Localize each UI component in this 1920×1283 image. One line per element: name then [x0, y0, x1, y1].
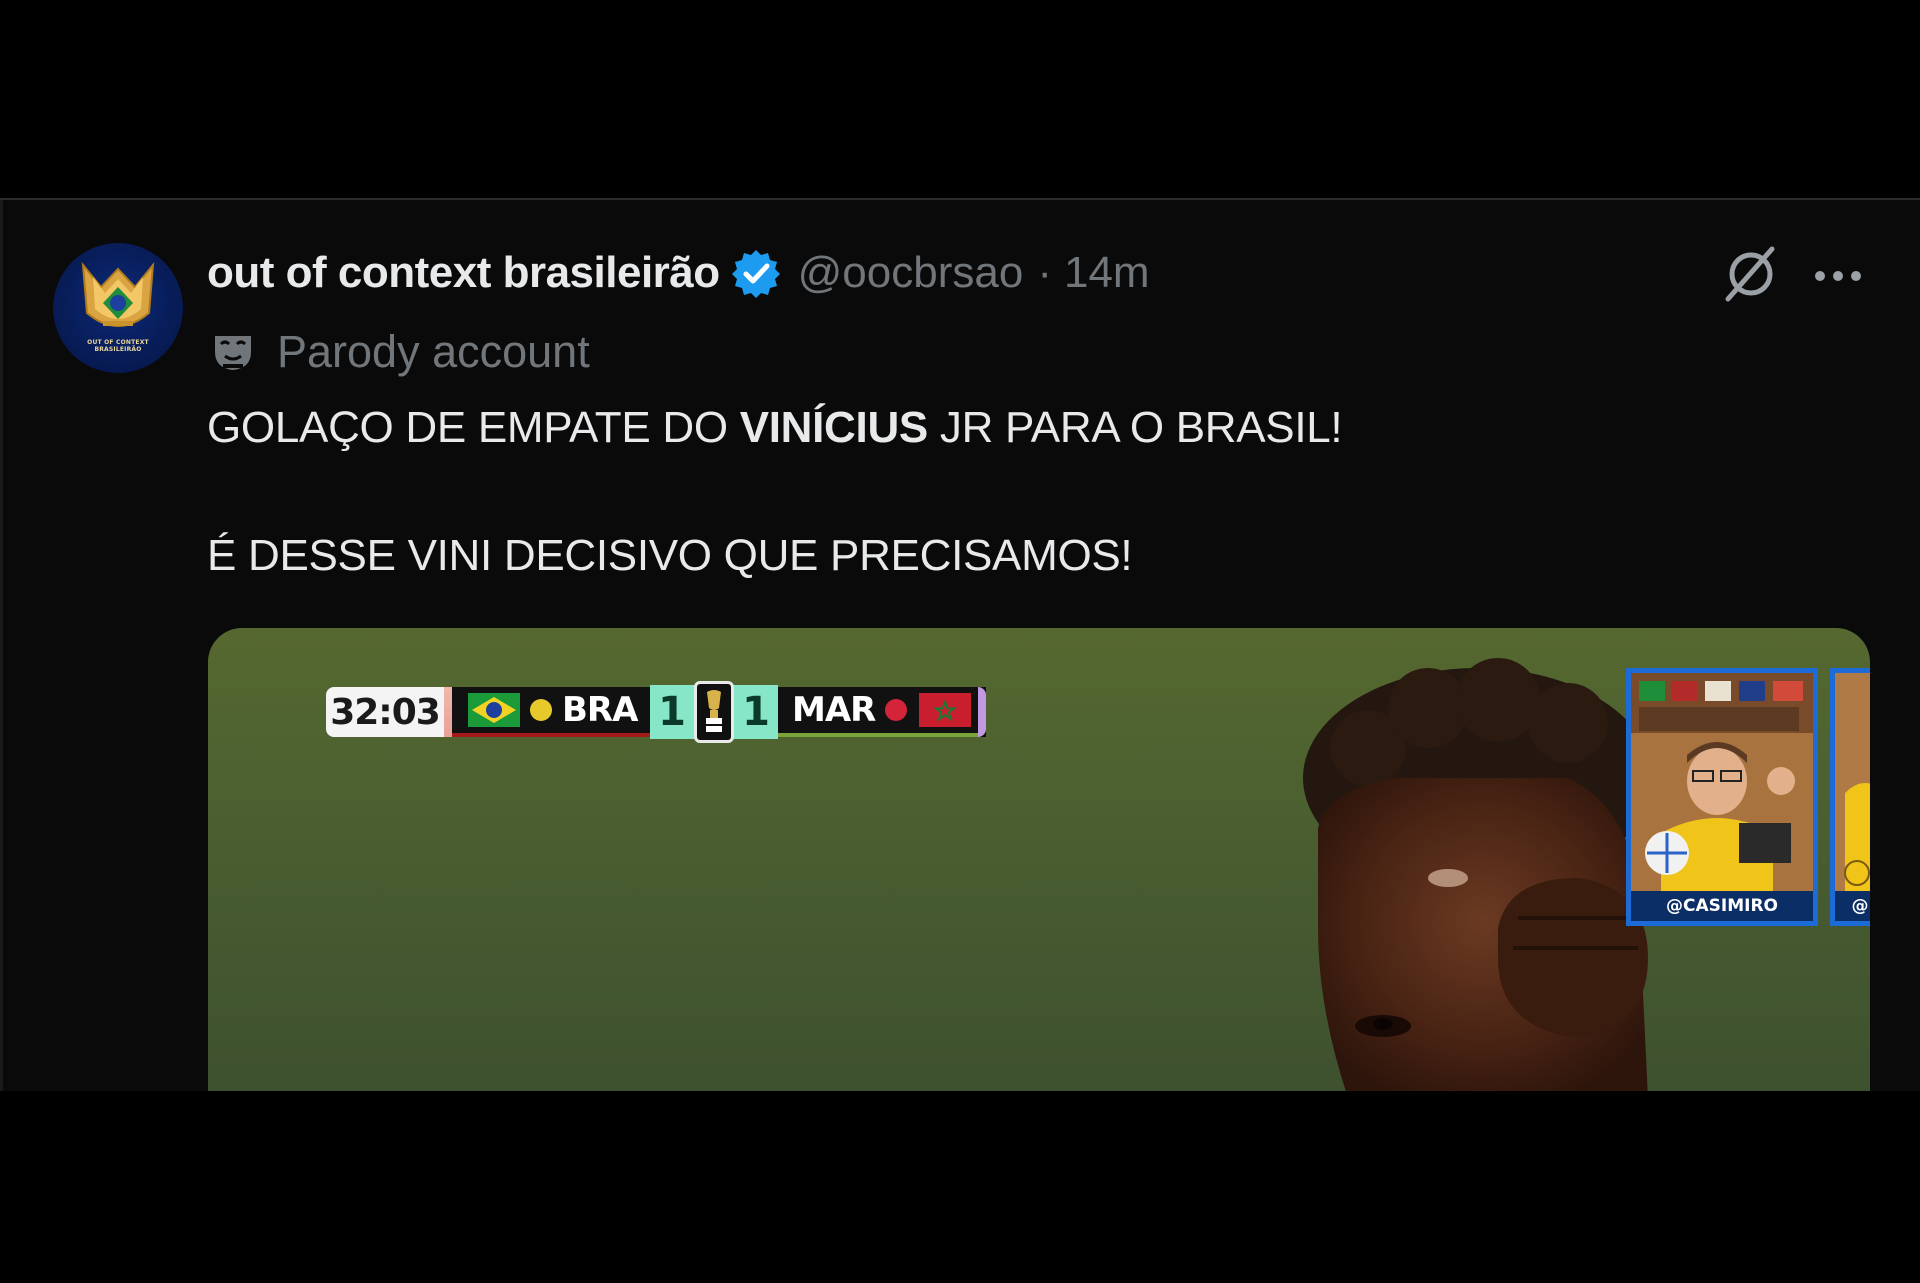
avatar[interactable]: OUT OF CONTEXT BRASILEIRÃO: [53, 243, 183, 373]
streamer-label: @CASIMIRO: [1631, 891, 1813, 921]
parody-row: Parody account: [211, 324, 590, 380]
screen: OUT OF CONTEXT BRASILEIRÃO out of contex…: [0, 0, 1920, 1283]
home-score: 1: [658, 689, 686, 735]
score-bar-endcap: [978, 687, 986, 737]
away-team: MAR: [778, 687, 978, 737]
score-bar: BRA 1 1 MAR: [452, 681, 986, 743]
home-team-name: BRA: [562, 690, 638, 730]
timestamp[interactable]: 14m: [1064, 248, 1150, 298]
display-name[interactable]: out of context brasileirão: [207, 248, 720, 298]
card-border: [0, 200, 3, 1093]
bottom-letterbox: [0, 1091, 1920, 1283]
away-score: 1: [742, 689, 770, 735]
text-part-2: JR PARA O BRASIL!: [927, 403, 1343, 452]
trophy-icon: [694, 681, 734, 743]
tweet-text-line-2: É DESSE VINI DECISIVO QUE PRECISAMOS!: [207, 531, 1133, 580]
streamer-scene: [1631, 673, 1813, 893]
morocco-flag-icon: [919, 693, 972, 727]
tweet-media-video[interactable]: 32:03 BRA 1 1 MAR @CASIMIRO @: [208, 628, 1870, 1098]
streamer-label-2: @: [1835, 891, 1870, 921]
away-color-dot: [885, 699, 908, 721]
text-bold: VINÍCIUS: [739, 403, 929, 452]
brasileirao-logo-icon: [81, 261, 155, 327]
tweet-text-line-1: GOLAÇO DE EMPATE DO VINÍCIUS JR PARA O B…: [207, 396, 1807, 460]
match-clock: 32:03: [326, 687, 452, 737]
away-team-name: MAR: [792, 690, 876, 730]
more-dots-icon[interactable]: [1812, 252, 1864, 300]
parody-label: Parody account: [277, 326, 590, 377]
tweet-header: out of context brasileirão @oocbrsao · 1…: [207, 245, 1150, 301]
tweet-text: GOLAÇO DE EMPATE DO VINÍCIUS JR PARA O B…: [207, 396, 1807, 588]
streamer-cam: @CASIMIRO: [1626, 668, 1818, 926]
handle[interactable]: @oocbrsao: [798, 248, 1024, 298]
verified-badge-icon[interactable]: [730, 247, 782, 299]
avatar-text-1: OUT OF CONTEXT: [87, 339, 149, 346]
brazil-flag-icon: [468, 693, 520, 727]
scoreboard: 32:03 BRA 1 1 MAR: [326, 681, 986, 743]
separator: ·: [1037, 248, 1052, 297]
home-color-dot: [530, 699, 552, 721]
home-team: BRA: [452, 687, 650, 737]
score-box: 1 1: [650, 681, 778, 743]
avatar-text-2: BRASILEIRÃO: [94, 346, 142, 353]
text-part-1: GOLAÇO DE EMPATE DO: [207, 403, 740, 452]
theater-mask-icon: [211, 330, 255, 374]
grok-icon[interactable]: [1720, 243, 1782, 305]
streamer-cam-2: @: [1830, 668, 1870, 926]
streamer-scene-2: [1835, 673, 1870, 893]
